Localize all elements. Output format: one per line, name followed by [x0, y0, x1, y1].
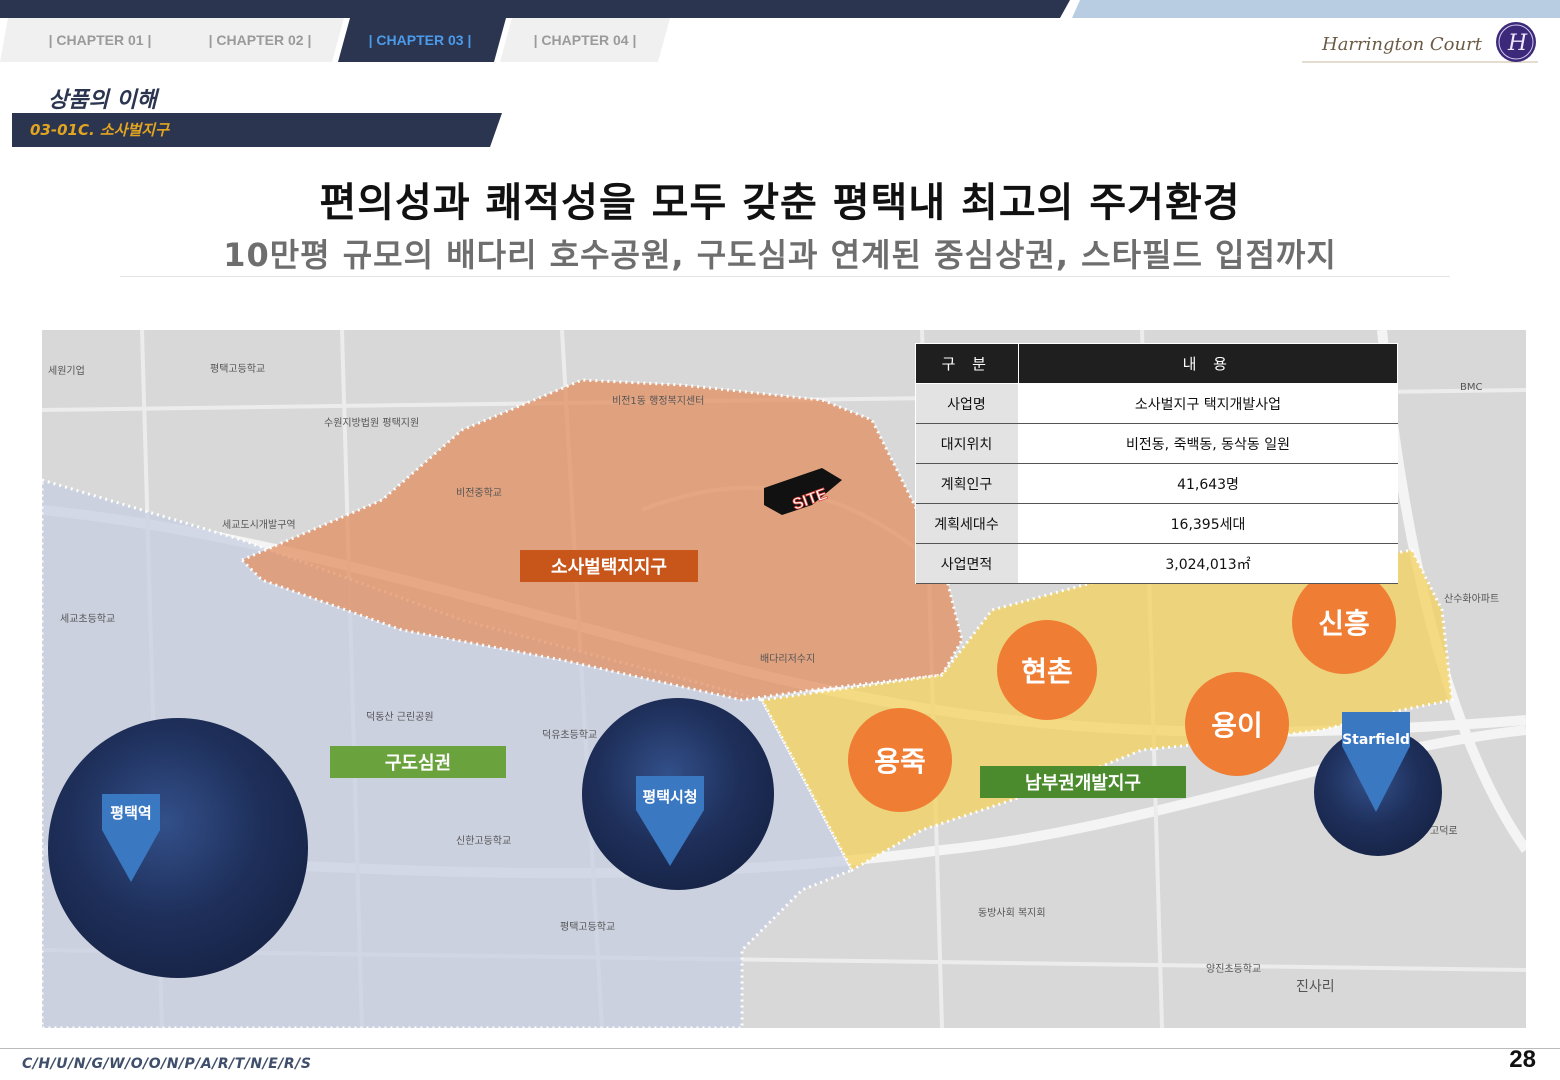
map-label: 비전중학교 [456, 488, 502, 499]
table-header-content: 내 용 [1017, 343, 1398, 384]
table-cell-key: 계획인구 [915, 463, 1019, 504]
table-row: 계획세대수 16,395세대 [915, 503, 1398, 544]
starfield-pin-icon [1342, 712, 1410, 812]
station-label: 평택역 [110, 804, 152, 822]
table-cell-value: 41,643명 [1018, 463, 1398, 504]
page-headline: 편의성과 쾌적성을 모두 갖춘 평택내 최고의 주거환경 [319, 180, 1241, 226]
footer-company: C/H/U/N/G/W/O/O/N/P/A/R/T/N/E/R/S [22, 1056, 312, 1072]
map-label: 산수화아파트 [1444, 594, 1500, 605]
table-row: 계획인구 41,643명 [915, 463, 1398, 504]
tab-chapter-03[interactable]: | CHAPTER 03 | [360, 18, 480, 62]
svg-text:Harrington Court: Harrington Court [1321, 34, 1483, 55]
south-zone-label: 남부권개발지구 [980, 766, 1186, 798]
map-label: 양진초등학교 [1206, 964, 1262, 975]
footer-divider [0, 1048, 1560, 1049]
map-label: 세교초등학교 [60, 614, 116, 625]
starfield-label: Starfield [1342, 732, 1410, 748]
map-label: 고덕로 [1430, 826, 1458, 837]
top-decorative-bar [0, 0, 1560, 18]
table-header-row: 구 분 내 용 [915, 343, 1398, 384]
map-label: 동방사회 복지회 [978, 908, 1046, 919]
subheadline-divider [120, 276, 1450, 277]
section-title: 상품의 이해 [48, 88, 157, 113]
table-cell-key: 대지위치 [915, 423, 1019, 464]
cityhall-label: 평택시청 [642, 788, 698, 806]
tab-chapter-01[interactable]: | CHAPTER 01 | [40, 18, 160, 62]
table-cell-key: 계획세대수 [915, 503, 1019, 544]
sosabeol-zone-label: 소사벌택지지구 [520, 550, 698, 582]
map-label: 진사리 [1296, 979, 1335, 995]
table-cell-key: 사업면적 [915, 543, 1019, 584]
station-pin-icon [102, 794, 160, 882]
map-label: 덕유초등학교 [542, 730, 598, 741]
old-town-zone-label: 구도심권 [330, 746, 506, 778]
district-circle-yongi: 용이 [1185, 672, 1289, 776]
map-label: 신한고등학교 [456, 836, 512, 847]
svg-text:H: H [1507, 31, 1528, 56]
site-label: SITE [790, 486, 830, 514]
table-cell-value: 16,395세대 [1018, 503, 1398, 544]
cityhall-pin-icon [636, 776, 704, 866]
page-subheadline: 10만평 규모의 배다리 호수공원, 구도심과 연계된 중심상권, 스타필드 입… [223, 236, 1337, 274]
table-cell-value: 소사벌지구 택지개발사업 [1018, 383, 1398, 424]
project-info-table: 구 분 내 용 사업명 소사벌지구 택지개발사업 대지위치 비전동, 죽백동, … [915, 343, 1398, 584]
map-label: BMC [1460, 382, 1483, 393]
table-cell-key: 사업명 [915, 383, 1019, 424]
map-label: 비전1동 행정복지센터 [612, 396, 705, 407]
site-marker: SITE [790, 485, 830, 514]
table-row: 사업명 소사벌지구 택지개발사업 [915, 383, 1398, 424]
map-label: 세원기업 [48, 366, 85, 377]
table-header-category: 구 분 [915, 343, 1019, 384]
map-label: 수원지방법원 평택지원 [324, 418, 420, 429]
map-label: 배다리저수지 [760, 654, 816, 665]
tab-chapter-04[interactable]: | CHAPTER 04 | [525, 18, 645, 62]
section-code: 03-01C. 소사벌지구 [30, 121, 169, 139]
district-circle-yongjuk: 용죽 [848, 708, 952, 812]
table-cell-value: 3,024,013㎡ [1018, 543, 1398, 584]
district-circle-hyeonchon: 현촌 [997, 620, 1097, 720]
page-number: 28 [1509, 1046, 1536, 1073]
map-label: 평택고등학교 [210, 364, 266, 375]
table-cell-value: 비전동, 죽백동, 동삭동 일원 [1018, 423, 1398, 464]
map-label: 평택고등학교 [560, 922, 616, 933]
table-row: 사업면적 3,024,013㎡ [915, 543, 1398, 584]
table-row: 대지위치 비전동, 죽백동, 동삭동 일원 [915, 423, 1398, 464]
map-label: 세교도시개발구역 [222, 520, 296, 531]
tab-chapter-02[interactable]: | CHAPTER 02 | [200, 18, 320, 62]
district-circle-sinheung: 신흥 [1292, 570, 1396, 674]
map-label: 덕동산 근린공원 [366, 712, 434, 723]
harrington-court-logo: Harrington Court H [1292, 18, 1542, 68]
station-highlight-circle [48, 718, 308, 978]
